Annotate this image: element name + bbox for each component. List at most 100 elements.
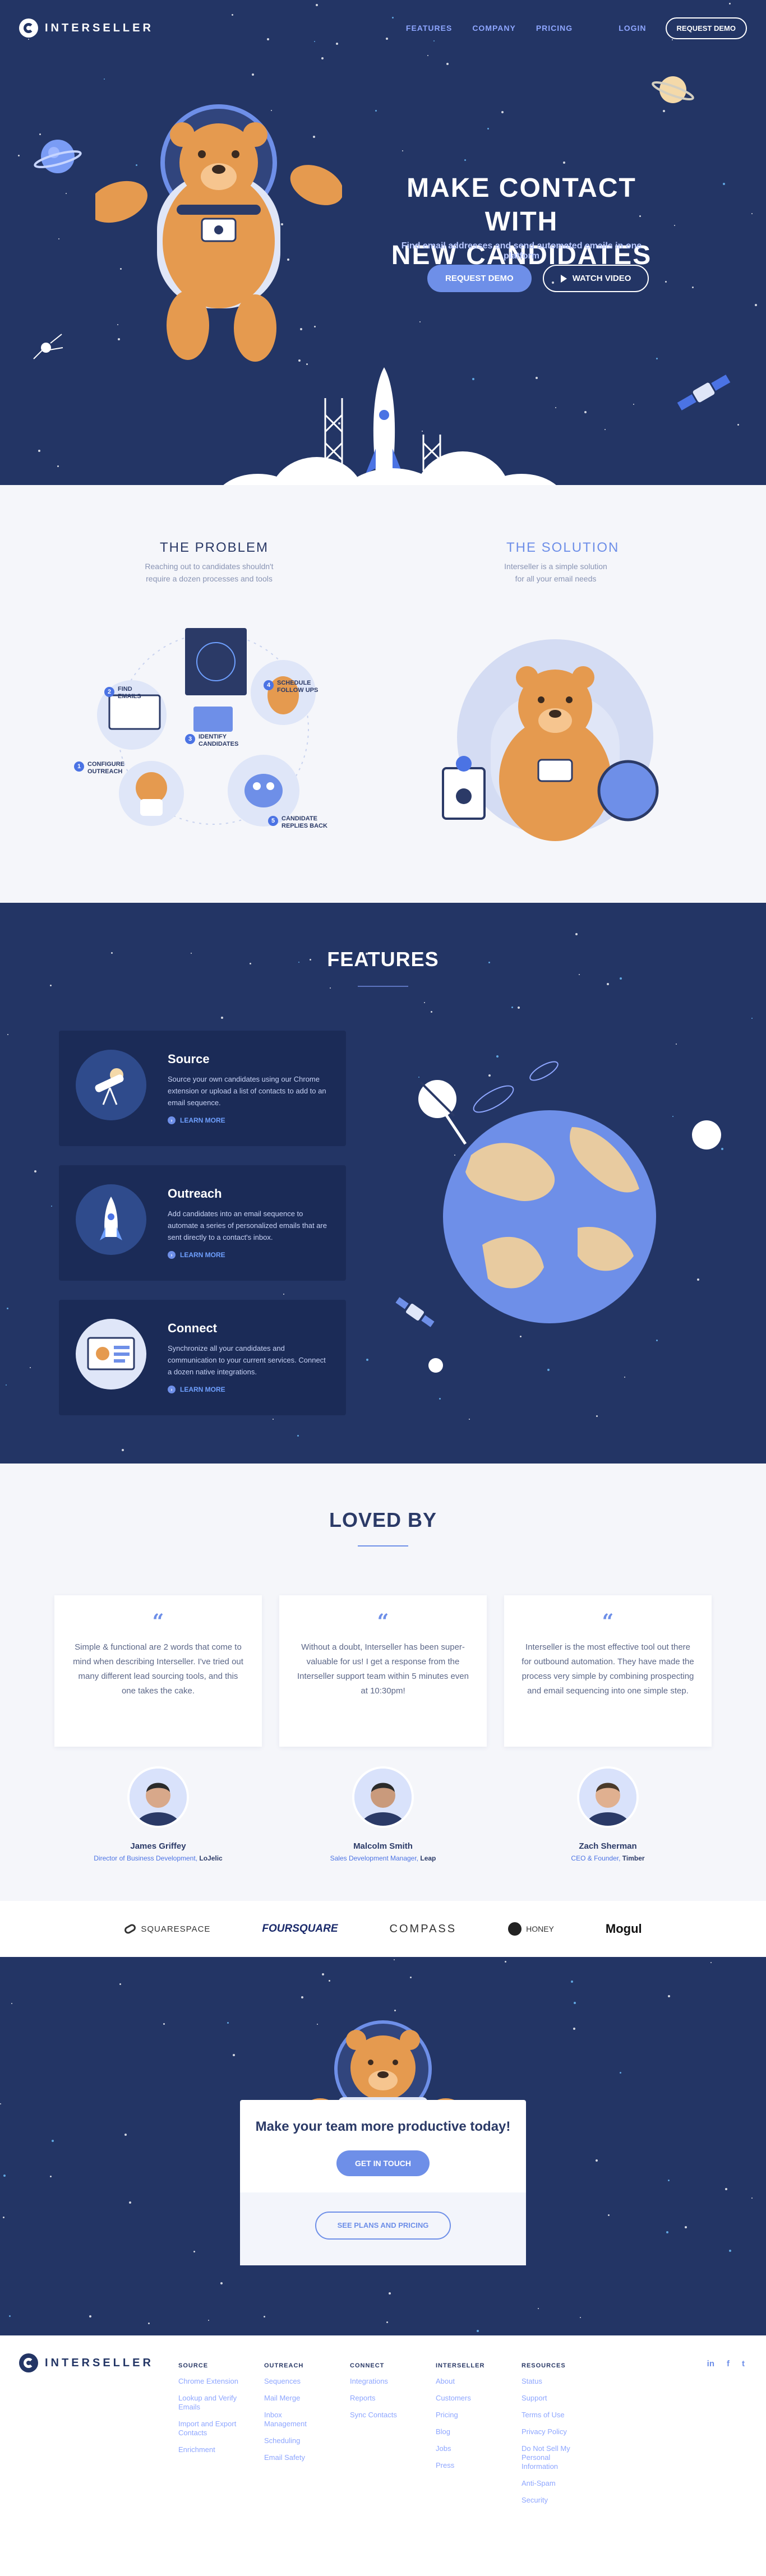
star-decoration xyxy=(573,2028,575,2030)
footer-logo[interactable]: INTERSELLER xyxy=(19,2353,154,2372)
problem-text-line2: require a dozen processes and tools xyxy=(146,574,273,583)
footer-link[interactable]: Blog xyxy=(436,2427,497,2436)
brand-logo[interactable]: INTERSELLER xyxy=(19,19,154,38)
footer-link[interactable]: Sync Contacts xyxy=(350,2411,412,2420)
footer-link[interactable]: Support xyxy=(522,2394,583,2403)
star-decoration xyxy=(574,2002,576,2004)
learn-more-link[interactable]: › LEARN MORE xyxy=(168,1116,329,1124)
testimonial-card: “ Interseller is the most effective tool… xyxy=(504,1595,712,1747)
star-decoration xyxy=(297,1435,299,1437)
learn-more-link[interactable]: › LEARN MORE xyxy=(168,1386,329,1393)
star-decoration xyxy=(536,377,538,379)
star-decoration xyxy=(30,1367,31,1368)
star-decoration xyxy=(555,407,556,408)
star-decoration xyxy=(9,2315,11,2317)
star-decoration xyxy=(322,1973,324,1975)
star-decoration xyxy=(751,2198,753,2199)
star-decoration xyxy=(620,2072,621,2074)
logo-text: SQUARESPACE xyxy=(141,1924,211,1934)
hero-title-line1: MAKE CONTACT WITH xyxy=(407,173,636,237)
cta-title: Make your team more productive today! xyxy=(255,2119,511,2134)
cloud-base xyxy=(213,435,566,485)
person-name: Zach Sherman xyxy=(579,1841,637,1851)
footer-link[interactable]: Inbox Management xyxy=(264,2411,326,2429)
nav-pricing[interactable]: PRICING xyxy=(536,24,573,33)
star-decoration xyxy=(439,1398,441,1400)
footer-link[interactable]: About xyxy=(436,2377,497,2386)
footer-col-resources: RESOURCES Status Support Terms of Use Pr… xyxy=(522,2362,583,2513)
footer-col-outreach: OUTREACH Sequences Mail Merge Inbox Mana… xyxy=(264,2362,326,2470)
footer-link[interactable]: Status xyxy=(522,2377,583,2386)
footer-link[interactable]: Pricing xyxy=(436,2411,497,2420)
footer-link[interactable]: Email Safety xyxy=(264,2453,326,2462)
star-decoration xyxy=(402,150,403,151)
feature-text: Synchronize all your candidates and comm… xyxy=(168,1344,326,1376)
star-decoration xyxy=(386,2321,388,2323)
saturn-icon xyxy=(652,76,694,103)
footer-link[interactable]: Do Not Sell My Personal Information xyxy=(522,2444,583,2471)
learn-more-link[interactable]: › LEARN MORE xyxy=(168,1251,329,1259)
twitter-icon[interactable]: t xyxy=(742,2359,745,2369)
footer-link[interactable]: Scheduling xyxy=(264,2436,326,2445)
footer-link[interactable]: Sequences xyxy=(264,2377,326,2386)
footer-link[interactable]: Anti-Spam xyxy=(522,2479,583,2488)
star-decoration xyxy=(419,321,421,322)
footer-link[interactable]: Mail Merge xyxy=(264,2394,326,2403)
solution-text-line2: for all your email needs xyxy=(515,574,597,583)
star-decoration xyxy=(34,1170,36,1172)
login-link[interactable]: LOGIN xyxy=(619,24,646,33)
feature-card-connect: Connect Synchronize all your candidates … xyxy=(59,1300,346,1415)
see-plans-button[interactable]: SEE PLANS AND PRICING xyxy=(315,2212,451,2240)
star-decoration xyxy=(584,411,587,413)
solution-bear-illustration xyxy=(442,639,659,841)
watch-video-button[interactable]: WATCH VIDEO xyxy=(542,265,649,292)
nav-request-demo-button[interactable]: REQUEST DEMO xyxy=(665,17,747,39)
footer-link[interactable]: Press xyxy=(436,2461,497,2470)
hero-subtitle: Find email addresses and send automated … xyxy=(401,241,642,261)
star-decoration xyxy=(446,63,449,65)
footer-link[interactable]: Terms of Use xyxy=(522,2411,583,2420)
footer-link[interactable]: Reports xyxy=(350,2394,412,2403)
social-links: in f t xyxy=(707,2359,745,2369)
star-decoration xyxy=(283,1294,284,1295)
star-decoration xyxy=(751,213,753,214)
footer-link[interactable]: Integrations xyxy=(350,2377,412,2386)
footer-link[interactable]: Lookup and Verify Emails xyxy=(178,2394,240,2412)
star-decoration xyxy=(424,1002,425,1003)
company-name: LoJelic xyxy=(199,1854,223,1862)
star-decoration xyxy=(129,2201,131,2204)
linkedin-icon[interactable]: in xyxy=(707,2359,714,2369)
nav-company[interactable]: COMPANY xyxy=(472,24,516,33)
star-decoration xyxy=(487,128,489,130)
star-decoration xyxy=(329,1980,330,1982)
footer-link[interactable]: Enrichment xyxy=(178,2445,240,2454)
footer-link[interactable]: Import and Export Contacts xyxy=(178,2420,240,2437)
hero-request-demo-button[interactable]: REQUEST DEMO xyxy=(427,265,532,292)
footer-link[interactable]: Jobs xyxy=(436,2444,497,2453)
avatar xyxy=(577,1766,639,1828)
satellite-right-icon xyxy=(677,375,731,410)
star-decoration xyxy=(607,983,609,985)
logo-compass: COMPASS xyxy=(389,1922,457,1935)
star-decoration xyxy=(3,2175,6,2177)
star-decoration xyxy=(394,2010,396,2011)
footer-link[interactable]: Chrome Extension xyxy=(178,2377,240,2386)
footer-link[interactable]: Security xyxy=(522,2496,583,2505)
star-decoration xyxy=(6,1384,7,1386)
moon-icon xyxy=(692,1120,721,1149)
footer-link[interactable]: Privacy Policy xyxy=(522,2427,583,2436)
squarespace-icon xyxy=(124,1924,136,1934)
star-decoration xyxy=(620,977,622,980)
feature-card-source: Source Source your own candidates using … xyxy=(59,1031,346,1146)
logo-honey: HONEY xyxy=(508,1922,554,1936)
footer-link[interactable]: Customers xyxy=(436,2394,497,2403)
star-decoration xyxy=(233,2054,235,2056)
solution-text-line1: Interseller is a simple solution xyxy=(504,562,607,571)
nav-features[interactable]: FEATURES xyxy=(406,24,452,33)
star-decoration xyxy=(579,974,580,975)
facebook-icon[interactable]: f xyxy=(727,2359,730,2369)
get-in-touch-button[interactable]: GET IN TOUCH xyxy=(336,2150,430,2176)
testimonials-section: LOVED BY “ Simple & functional are 2 wor… xyxy=(0,1464,766,1901)
star-decoration xyxy=(692,287,694,288)
star-decoration xyxy=(666,2231,668,2233)
